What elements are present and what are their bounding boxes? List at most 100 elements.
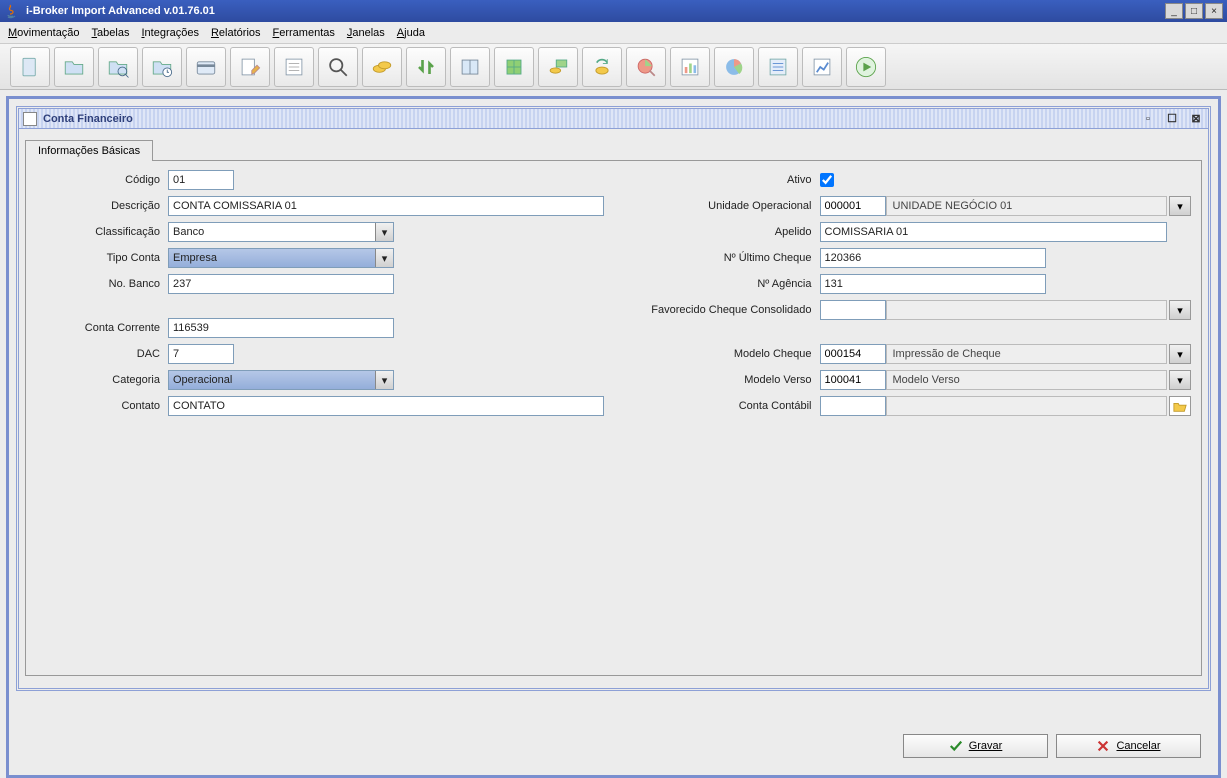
tab-info-basicas[interactable]: Informações Básicas — [25, 140, 153, 161]
menubar: Movimentação Tabelas Integrações Relatór… — [0, 22, 1227, 44]
tb-refresh-money-icon[interactable] — [582, 47, 622, 87]
tb-list-icon[interactable] — [274, 47, 314, 87]
java-icon — [4, 3, 20, 19]
dac-label: DAC — [36, 348, 168, 360]
menu-relatorios[interactable]: Relatórios — [211, 27, 261, 39]
titlebar: i-Broker Import Advanced v.01.76.01 _ □ … — [0, 0, 1227, 22]
tb-book-icon[interactable] — [450, 47, 490, 87]
tb-table-icon[interactable] — [494, 47, 534, 87]
unidade-operacional-code-input[interactable] — [820, 196, 886, 216]
save-button-label: Gravar — [969, 740, 1003, 752]
conta-contabil-code-input[interactable] — [820, 396, 886, 416]
tb-folder-icon[interactable] — [54, 47, 94, 87]
ativo-checkbox[interactable] — [820, 173, 834, 187]
tb-money-icon[interactable] — [538, 47, 578, 87]
contato-input[interactable] — [168, 396, 604, 416]
codigo-label: Código — [36, 174, 168, 186]
tb-coins-icon[interactable] — [362, 47, 402, 87]
conta-corrente-input[interactable] — [168, 318, 394, 338]
modelo-verso-label: Modelo Verso — [624, 374, 820, 386]
tb-barchart-icon[interactable] — [670, 47, 710, 87]
conta-corrente-label: Conta Corrente — [36, 322, 168, 334]
main-area: Conta Financeiro ▫ ☐ ⊠ Informações Básic… — [6, 96, 1221, 778]
favorecido-label: Favorecido Cheque Consolidado — [624, 304, 820, 316]
window-icon — [23, 112, 37, 126]
classificacao-select[interactable]: Banco ▾ — [168, 222, 394, 242]
close-button[interactable]: × — [1205, 3, 1223, 19]
menu-ajuda[interactable]: Ajuda — [397, 27, 425, 39]
modelo-cheque-code-input[interactable] — [820, 344, 886, 364]
classificacao-label: Classificação — [36, 226, 168, 238]
favorecido-display — [886, 300, 1168, 320]
menu-tabelas[interactable]: Tabelas — [92, 27, 130, 39]
modelo-cheque-dropdown[interactable]: ▾ — [1169, 344, 1191, 364]
internal-titlebar: Conta Financeiro ▫ ☐ ⊠ — [19, 109, 1208, 129]
contato-label: Contato — [36, 400, 168, 412]
menu-ferramentas[interactable]: Ferramentas — [273, 27, 335, 39]
categoria-value: Operacional — [173, 374, 232, 386]
iwin-maximize-button[interactable]: ☐ — [1164, 111, 1180, 127]
cancel-button-label: Cancelar — [1116, 740, 1160, 752]
x-icon — [1096, 739, 1110, 753]
chevron-down-icon: ▾ — [375, 223, 393, 241]
folder-open-icon — [1173, 399, 1187, 413]
tipo-conta-label: Tipo Conta — [36, 252, 168, 264]
tb-exchange-icon[interactable] — [406, 47, 446, 87]
categoria-select[interactable]: Operacional ▾ — [168, 370, 394, 390]
unidade-operacional-dropdown[interactable]: ▾ — [1169, 196, 1191, 216]
menu-movimentacao[interactable]: Movimentação — [8, 27, 80, 39]
internal-window: Conta Financeiro ▫ ☐ ⊠ Informações Básic… — [16, 106, 1211, 691]
codigo-input[interactable] — [168, 170, 234, 190]
agencia-input[interactable] — [820, 274, 1046, 294]
no-banco-label: No. Banco — [36, 278, 168, 290]
window-title: i-Broker Import Advanced v.01.76.01 — [26, 5, 1163, 17]
unidade-operacional-label: Unidade Operacional — [624, 200, 820, 212]
modelo-cheque-display: Impressão de Cheque — [886, 344, 1168, 364]
ultimo-cheque-label: Nº Último Cheque — [624, 252, 820, 264]
classificacao-value: Banco — [173, 226, 204, 238]
iwin-minimize-button[interactable]: ▫ — [1140, 111, 1156, 127]
apelido-input[interactable] — [820, 222, 1168, 242]
modelo-verso-code-input[interactable] — [820, 370, 886, 390]
minimize-button[interactable]: _ — [1165, 3, 1183, 19]
descricao-input[interactable] — [168, 196, 604, 216]
save-button[interactable]: Gravar — [903, 734, 1048, 758]
ativo-label: Ativo — [624, 174, 820, 186]
tipo-conta-value: Empresa — [173, 252, 217, 264]
toolbar — [0, 44, 1227, 90]
chevron-down-icon: ▾ — [375, 371, 393, 389]
tipo-conta-select[interactable]: Empresa ▾ — [168, 248, 394, 268]
categoria-label: Categoria — [36, 374, 168, 386]
maximize-button[interactable]: □ — [1185, 3, 1203, 19]
cancel-button[interactable]: Cancelar — [1056, 734, 1201, 758]
conta-contabil-display — [886, 396, 1168, 416]
tb-folder-search-icon[interactable] — [98, 47, 138, 87]
tb-play-icon[interactable] — [846, 47, 886, 87]
menu-janelas[interactable]: Janelas — [347, 27, 385, 39]
tb-bluelist-icon[interactable] — [758, 47, 798, 87]
favorecido-dropdown[interactable]: ▾ — [1169, 300, 1191, 320]
apelido-label: Apelido — [624, 226, 820, 238]
favorecido-code-input[interactable] — [820, 300, 886, 320]
modelo-verso-dropdown[interactable]: ▾ — [1169, 370, 1191, 390]
check-icon — [949, 739, 963, 753]
iwin-close-button[interactable]: ⊠ — [1188, 111, 1204, 127]
tb-pie-edit-icon[interactable] — [626, 47, 666, 87]
menu-integracoes[interactable]: Integrações — [141, 27, 199, 39]
tb-piechart-icon[interactable] — [714, 47, 754, 87]
descricao-label: Descrição — [36, 200, 168, 212]
tb-folder-clock-icon[interactable] — [142, 47, 182, 87]
conta-contabil-browse[interactable] — [1169, 396, 1191, 416]
unidade-operacional-display: UNIDADE NEGÓCIO 01 — [886, 196, 1168, 216]
dac-input[interactable] — [168, 344, 234, 364]
tb-diagram-icon[interactable] — [802, 47, 842, 87]
agencia-label: Nº Agência — [624, 278, 820, 290]
no-banco-input[interactable] — [168, 274, 394, 294]
chevron-down-icon: ▾ — [375, 249, 393, 267]
modelo-cheque-label: Modelo Cheque — [624, 348, 820, 360]
tb-document-icon[interactable] — [10, 47, 50, 87]
tb-edit-icon[interactable] — [230, 47, 270, 87]
tb-magnifier-icon[interactable] — [318, 47, 358, 87]
ultimo-cheque-input[interactable] — [820, 248, 1046, 268]
tb-card-icon[interactable] — [186, 47, 226, 87]
